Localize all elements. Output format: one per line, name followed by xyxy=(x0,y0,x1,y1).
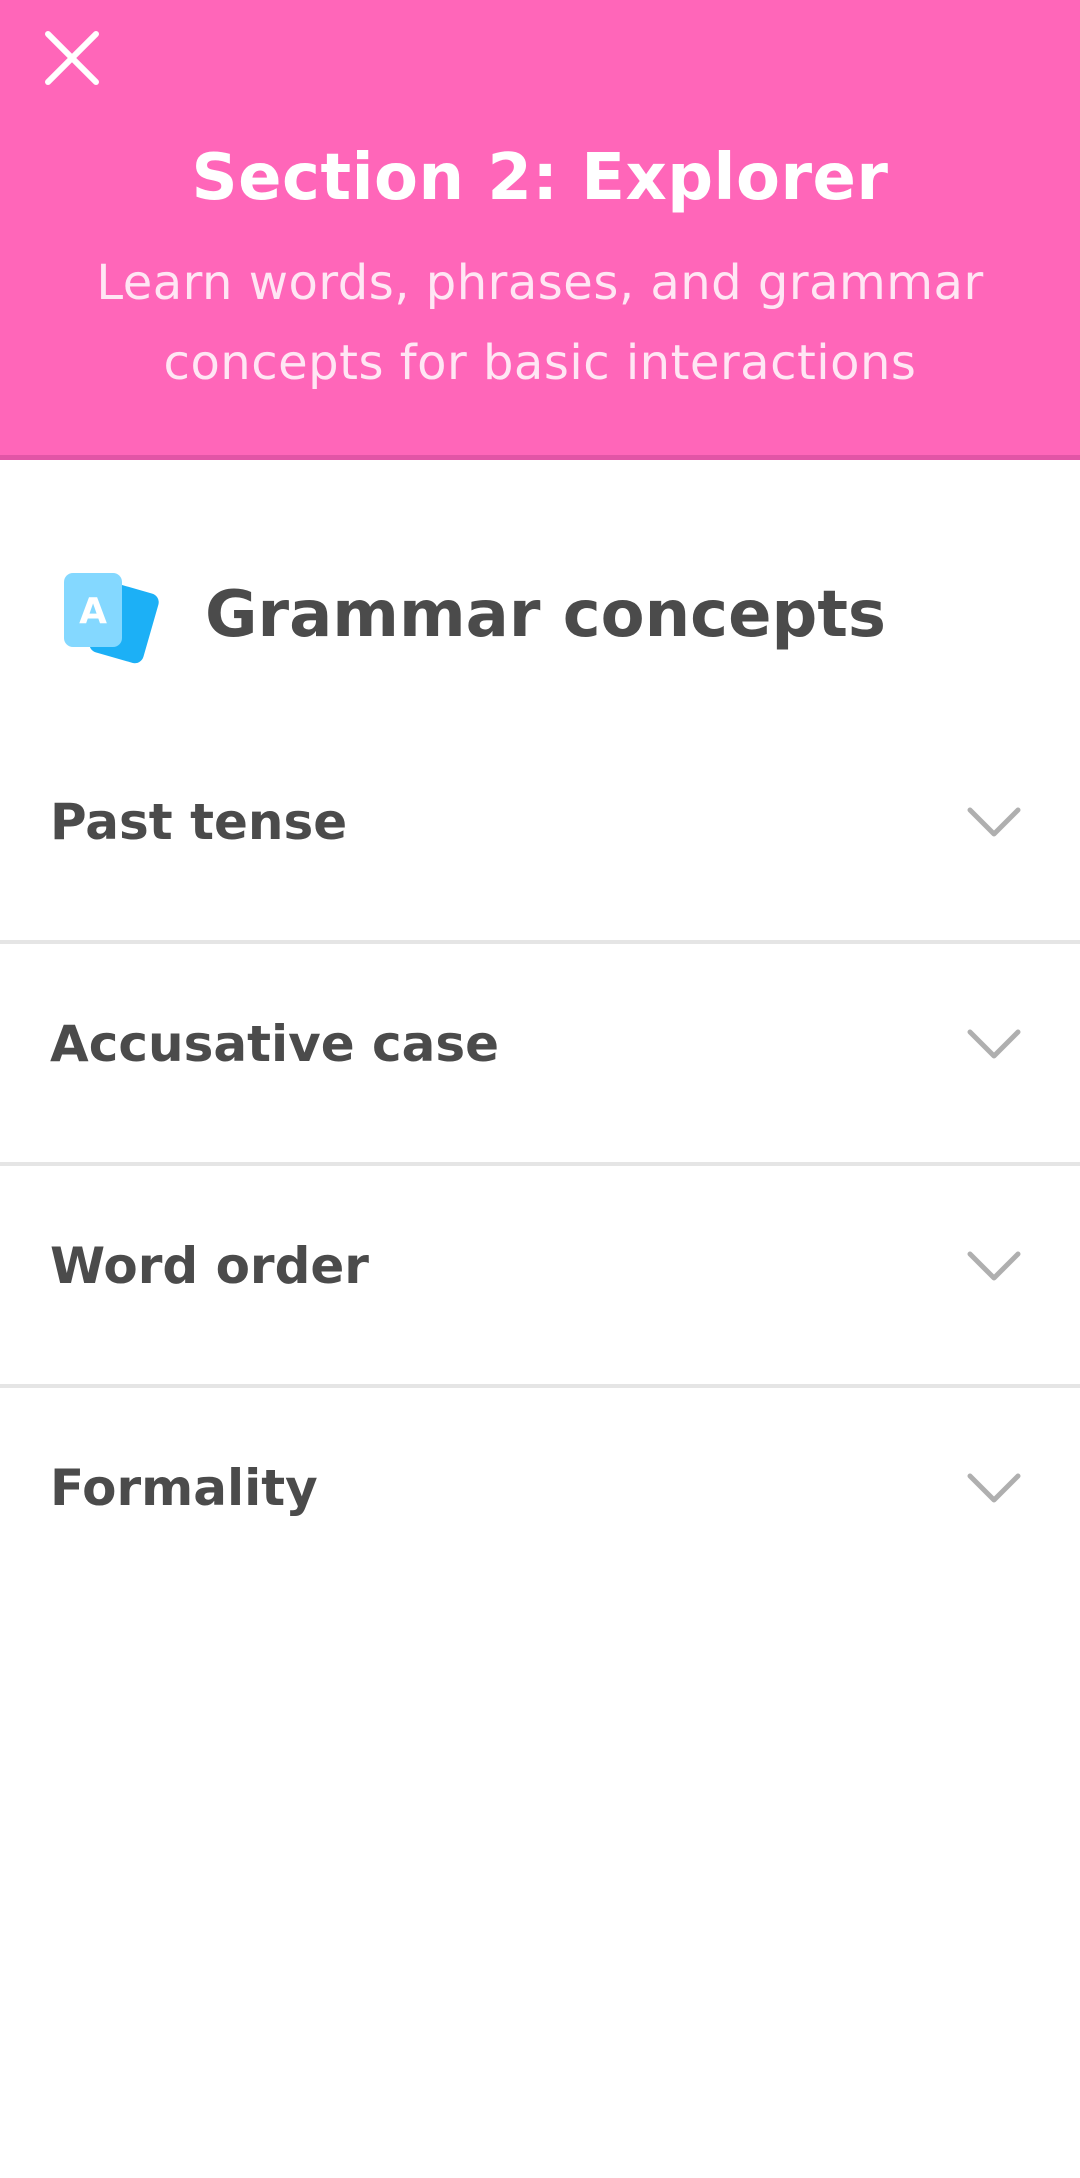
concept-item-label: Formality xyxy=(50,1459,318,1517)
concept-item-label: Accusative case xyxy=(50,1015,500,1073)
close-icon xyxy=(45,31,99,85)
grammar-concepts-title: Grammar concepts xyxy=(205,578,886,652)
section-subtitle: Learn words, phrases, and grammar concep… xyxy=(96,255,984,391)
chevron-down-icon[interactable] xyxy=(964,1244,1024,1290)
concept-item-formality[interactable]: Formality xyxy=(0,1388,1080,1610)
concept-item-past-tense[interactable]: Past tense xyxy=(0,722,1080,944)
concept-item-accusative-case[interactable]: Accusative case xyxy=(0,944,1080,1166)
section-header: Section 2: Explorer Learn words, phrases… xyxy=(0,0,1080,460)
section-title: Section 2: Explorer xyxy=(191,141,889,215)
concept-item-label: Past tense xyxy=(50,793,348,851)
svg-text:A: A xyxy=(79,591,107,632)
chevron-down-icon[interactable] xyxy=(964,800,1024,846)
chevron-down-icon[interactable] xyxy=(964,1466,1024,1512)
chevron-down-icon[interactable] xyxy=(964,1022,1024,1068)
grammar-concepts-header: A Grammar concepts xyxy=(0,555,1080,675)
grammar-concepts-list: Past tense Accusative case Word order Fo… xyxy=(0,722,1080,1610)
concept-item-label: Word order xyxy=(50,1237,369,1295)
flashcards-icon: A xyxy=(58,565,162,669)
concept-item-word-order[interactable]: Word order xyxy=(0,1166,1080,1388)
close-button[interactable] xyxy=(36,22,108,94)
